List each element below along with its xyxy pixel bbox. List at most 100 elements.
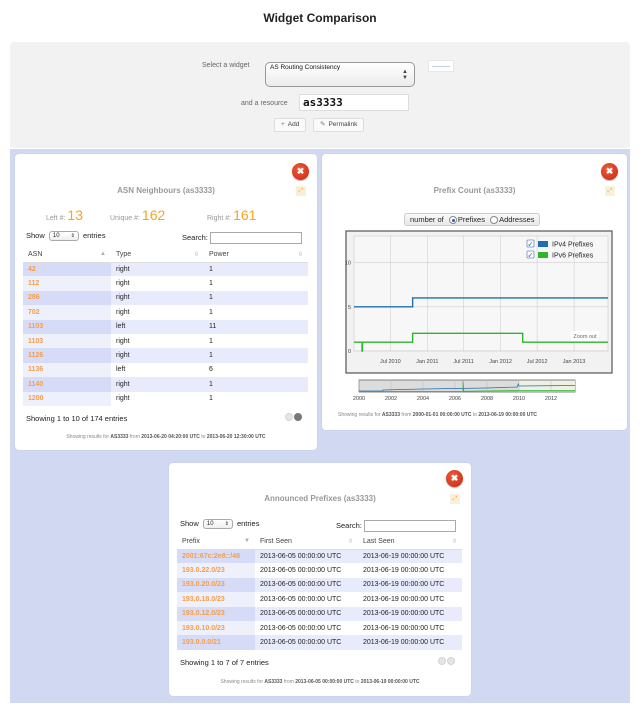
footnote-resource: AS3333: [264, 679, 283, 685]
table-cell-link[interactable]: 193.0.10.0/23: [177, 620, 255, 636]
widget-title: ASN Neighbours (as3333): [117, 186, 215, 195]
table-cell-link[interactable]: 112: [23, 276, 111, 291]
column-label: First Seen: [260, 538, 292, 546]
select-arrows-icon: ⇕: [70, 233, 75, 240]
table-cell-link[interactable]: 1136: [23, 362, 111, 378]
checkmark-icon: ✓: [528, 241, 534, 249]
next-page-icon[interactable]: [447, 656, 455, 665]
search-input[interactable]: [363, 520, 456, 532]
table-cell-link[interactable]: 1103: [23, 319, 111, 334]
column-header-first-seen[interactable]: First Seen ⇳: [255, 535, 358, 550]
table-cell: 1: [204, 290, 308, 306]
permalink-button-label: Permalink: [328, 121, 358, 128]
table-row: 1126 right 1: [23, 348, 308, 363]
asn-table: ASN ▲ Type ⇳ Power ⇳ 42 right 1 112 right 1 286 ri…: [23, 248, 308, 406]
footnote-from: 2013-06-20 04:20:00 UTC: [141, 434, 200, 440]
next-page-icon[interactable]: [294, 412, 302, 421]
close-icon[interactable]: ✖: [292, 163, 309, 180]
select-arrows-icon: ⇕: [224, 521, 229, 528]
search-control: Search:: [182, 232, 302, 244]
table-row: 1200 right 1: [23, 391, 308, 406]
table-cell: 1: [204, 262, 308, 277]
table-cell: left: [111, 319, 204, 334]
table-row: 193.0.10.0/23 2013-06-05 00:00:00 UTC 2013…: [177, 620, 462, 636]
legend-label[interactable]: IPv4 Prefixes: [552, 242, 594, 249]
right-count-value: 161: [233, 207, 257, 223]
widget-select[interactable]: AS Routing Consistency ▲ ▼: [265, 62, 415, 87]
table-cell-link[interactable]: 1126: [23, 348, 111, 363]
close-icon[interactable]: ✖: [446, 470, 463, 487]
footnote-to: 2013-06-20 12:30:00 UTC: [206, 434, 266, 440]
previous-page-icon[interactable]: [438, 656, 446, 665]
footnote-resource: AS3333: [110, 434, 129, 440]
page-length-select[interactable]: 10 ⇕: [48, 231, 79, 242]
table-cell-link[interactable]: 42: [23, 262, 111, 277]
show-label: Show: [26, 231, 45, 240]
footnote-prefix: Showing results for: [338, 412, 381, 418]
checkmark-icon: ✓: [528, 252, 534, 260]
table-row: 193.0.18.0/23 2013-06-05 00:00:00 UTC 2013…: [177, 592, 462, 607]
table-cell: 6: [209, 366, 213, 374]
footnote-from-label: from: [401, 412, 412, 418]
table-cell-link[interactable]: 1140: [23, 377, 111, 392]
legend-swatch: [538, 252, 548, 258]
left-count-label: Left #:: [46, 215, 66, 222]
table-cell-link[interactable]: 286: [23, 290, 111, 306]
table-cell-link[interactable]: 193.0.0.0/21: [177, 635, 255, 650]
page-length-select[interactable]: 10 ⇕: [202, 519, 233, 530]
column-header-asn[interactable]: ASN ▲: [23, 248, 111, 263]
column-header-type[interactable]: Type ⇳: [111, 248, 204, 263]
resource-input[interactable]: [299, 94, 409, 111]
navigator-tick-label: 2012: [545, 396, 557, 402]
table-cell: right: [111, 262, 204, 277]
table-row: 1103 left 11: [23, 319, 308, 334]
column-header-power[interactable]: Power ⇳: [204, 248, 308, 263]
column-label: Last Seen: [363, 538, 395, 546]
search-input[interactable]: [209, 232, 302, 244]
legend-label[interactable]: IPv6 Prefixes: [552, 253, 594, 260]
control-panel: Select a widget AS Routing Consistency ▲…: [10, 42, 630, 148]
column-header-last-seen[interactable]: Last Seen ⇳: [358, 535, 462, 550]
add-button-label: Add: [287, 121, 300, 128]
unique-count: Unique #: 162: [110, 207, 165, 223]
sort-desc-icon: ▼: [244, 538, 250, 545]
x-tick-label: Jan 2012: [489, 359, 512, 365]
zoom-out-label[interactable]: Zoom out: [573, 334, 597, 340]
table-cell-link[interactable]: 1200: [23, 391, 111, 406]
table-cell-link[interactable]: 2001:67c:2e8::/48: [177, 549, 255, 564]
entries-label: entries: [82, 231, 106, 240]
results-footnote: Showing results for AS3333 from 2013-06-…: [169, 679, 471, 685]
widget-select-value: AS Routing Consistency: [270, 64, 341, 71]
table-cell: right: [111, 377, 204, 392]
prefix-count-chart[interactable]: 0 5 10 Jul 2010 Jan 2011 Jul 2011 Jan 2012 Jul …: [322, 154, 627, 430]
permalink-button[interactable]: ✎ Permalink: [313, 118, 365, 132]
page-length-value: 10: [206, 521, 214, 528]
table-cell: 1: [209, 308, 213, 316]
left-count: Left #: 13: [46, 207, 83, 223]
add-button[interactable]: + Add: [274, 118, 307, 132]
sort-asc-icon: ▲: [100, 251, 106, 258]
table-cell-link[interactable]: 193.0.22.0/23: [177, 563, 255, 578]
table-cell-link[interactable]: 193.0.12.0/23: [177, 606, 255, 621]
page-length-value: 10: [52, 233, 60, 240]
search-label: Search:: [182, 232, 208, 242]
table-info: Showing 1 to 10 of 174 entries: [26, 414, 128, 423]
table-row: 1103 right 1: [23, 333, 308, 349]
x-tick-label: Jan 2013: [563, 359, 586, 365]
table-cell-link[interactable]: 1103: [23, 333, 111, 349]
results-footnote: Showing results for AS3333 from 2013-06-…: [15, 434, 317, 440]
previous-page-icon[interactable]: [285, 412, 293, 421]
column-header-prefix[interactable]: Prefix ▼: [177, 535, 255, 550]
table-row: 286 right 1: [23, 290, 308, 306]
x-tick-label: Jul 2011: [453, 359, 473, 365]
table-cell-link[interactable]: 702: [23, 305, 111, 320]
table-cell: right: [116, 337, 130, 345]
table-cell: 2013-06-05 00:00:00 UTC: [255, 635, 358, 650]
table-cell-link[interactable]: 193.0.18.0/23: [177, 592, 255, 607]
page-length-control: Show 10 ⇕ entries: [26, 231, 106, 242]
table-cell: 2013-06-19 00:00:00 UTC: [363, 567, 445, 575]
table-row: 193.0.0.0/21 2013-06-05 00:00:00 UTC 2013-…: [177, 635, 462, 650]
page-title: Widget Comparison: [263, 11, 377, 25]
table-cell: right: [111, 290, 204, 306]
table-cell-link[interactable]: 193.0.20.0/23: [177, 577, 255, 593]
